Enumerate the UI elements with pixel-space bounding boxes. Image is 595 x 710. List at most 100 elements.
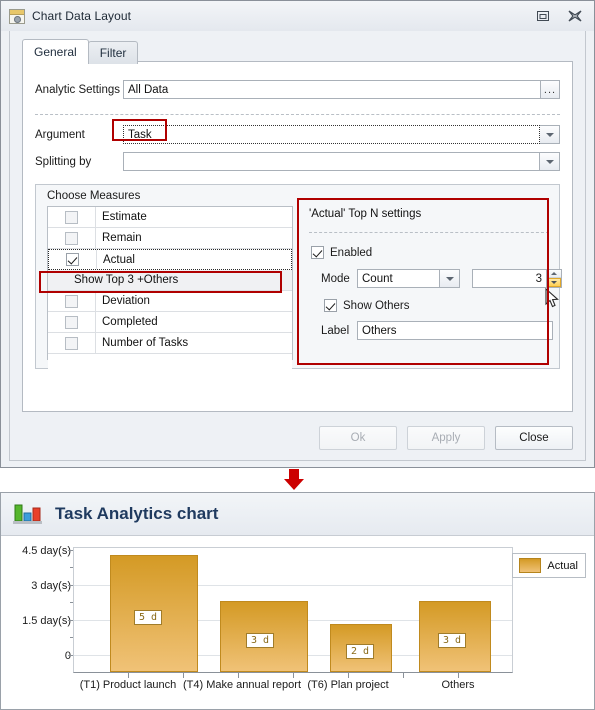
analytic-settings-row: Analytic Settings All Data ... (35, 80, 560, 99)
plot-canvas: 5 d 3 d 2 d 3 d (73, 547, 513, 673)
measure-checkbox-cell[interactable] (48, 228, 96, 248)
top-n-settings-title: 'Actual' Top N settings (309, 208, 422, 220)
mode-label: Mode (321, 272, 350, 285)
chart-data-layout-dialog: Chart Data Layout General Filter Analyti… (0, 0, 595, 468)
splitting-by-combo-input[interactable] (123, 152, 540, 171)
page-title: Task Analytics chart (55, 504, 219, 523)
x-tick-mark (293, 673, 294, 678)
bar-chart-icon (13, 502, 43, 526)
tab-filter[interactable]: Filter (87, 41, 139, 64)
top-n-count-input[interactable]: 3 (472, 269, 547, 288)
x-tick-mark (128, 673, 129, 678)
table-row[interactable]: Deviation (48, 291, 292, 312)
x-tick-mark (348, 673, 349, 678)
restore-window-icon[interactable] (534, 8, 552, 24)
mode-select-value[interactable]: Count (357, 269, 440, 288)
measure-label: Actual (103, 253, 135, 266)
x-axis-label-1: (T4) Make annual report (183, 679, 301, 691)
tab-general[interactable]: General (22, 39, 89, 64)
checkbox-checked-icon[interactable] (66, 253, 79, 266)
splitting-by-row: Splitting by (35, 152, 560, 171)
table-row[interactable]: Completed (48, 312, 292, 333)
bar-label-1: 3 d (246, 633, 275, 648)
x-tick-mark (458, 673, 459, 678)
table-row[interactable]: Estimate (48, 207, 292, 228)
measure-checkbox-cell[interactable] (48, 312, 96, 332)
y-tick-label-3: 4.5 day(s) (22, 545, 71, 557)
checkbox-unchecked-icon[interactable] (65, 336, 78, 350)
show-others-label: Show Others (343, 299, 410, 312)
tab-strip: General Filter (22, 39, 139, 64)
table-row-actual[interactable]: Actual (48, 249, 292, 270)
y-tick-label-1: 1.5 day(s) (22, 615, 71, 627)
measure-label: Estimate (102, 211, 147, 223)
chart-legend: Actual (512, 553, 586, 578)
checkbox-checked-icon[interactable] (311, 246, 324, 259)
others-label-input[interactable]: Others (357, 321, 553, 340)
analytic-settings-label: Analytic Settings (35, 83, 121, 96)
label-field-label: Label (321, 324, 350, 337)
bar-label-3: 3 d (438, 633, 467, 648)
measure-checkbox-cell[interactable] (49, 250, 97, 269)
top-n-count-spinner[interactable] (547, 269, 562, 288)
x-axis-label-0: (T1) Product launch (79, 679, 177, 691)
x-axis-label-2: (T6) Plan project (307, 679, 389, 691)
others-label-row: Label Others (321, 321, 553, 340)
measure-checkbox-cell[interactable] (48, 333, 96, 353)
argument-label: Argument (35, 128, 85, 141)
chevron-down-icon (445, 276, 454, 281)
mode-dropdown-arrow[interactable] (440, 269, 460, 288)
splitting-by-label: Splitting by (35, 155, 92, 168)
divider-1 (35, 114, 560, 115)
x-tick-mark (403, 673, 404, 678)
analytic-settings-input[interactable]: All Data (123, 80, 541, 99)
task-analytics-chart-panel: Task Analytics chart 0 1.5 day(s) 3 day(… (0, 492, 595, 710)
bar-label-0: 5 d (134, 610, 163, 625)
chevron-down-icon (545, 159, 554, 164)
measure-label: Remain (102, 232, 142, 244)
checkbox-unchecked-icon[interactable] (65, 315, 78, 329)
close-window-icon[interactable] (566, 8, 584, 24)
enabled-checkbox-row[interactable]: Enabled (311, 246, 372, 259)
argument-dropdown-arrow[interactable] (540, 125, 560, 144)
argument-row: Argument Task (35, 125, 560, 144)
show-others-checkbox-row[interactable]: Show Others (324, 299, 409, 312)
flow-arrow-area (0, 468, 595, 492)
chart-panel-header: Task Analytics chart (1, 493, 594, 536)
table-row[interactable]: Remain (48, 228, 292, 249)
measures-grid: Estimate Remain Actual Show Top 3 +Other… (47, 206, 293, 376)
table-row[interactable]: Number of Tasks (48, 333, 292, 354)
measure-label: Number of Tasks (102, 337, 189, 349)
y-tick-label-0: 0 (64, 650, 71, 662)
red-down-arrow-icon (281, 468, 307, 495)
close-button[interactable]: Close (495, 426, 573, 450)
checkbox-checked-icon[interactable] (324, 299, 337, 312)
show-top-n-subrow[interactable]: Show Top 3 +Others (48, 270, 292, 291)
ok-button[interactable]: Ok (319, 426, 397, 450)
legend-label-actual: Actual (547, 559, 578, 572)
triangle-up-icon (551, 272, 557, 275)
dialog-footer: Ok Apply Close (319, 426, 573, 450)
measure-checkbox-cell[interactable] (48, 291, 96, 311)
divider-2 (309, 232, 549, 233)
checkbox-unchecked-icon[interactable] (65, 294, 78, 308)
checkbox-unchecked-icon[interactable] (65, 231, 78, 245)
window-buttons (534, 8, 584, 24)
spinner-decrement-button[interactable] (547, 278, 561, 287)
x-axis-label-3: Others (441, 679, 475, 691)
enabled-label: Enabled (330, 246, 373, 259)
legend-swatch-actual (519, 558, 542, 573)
screen: Chart Data Layout General Filter Analyti… (0, 0, 595, 710)
chart-plot-area: 0 1.5 day(s) 3 day(s) 4.5 day(s) 5 d 3 d… (1, 535, 594, 709)
x-tick-mark (238, 673, 239, 678)
dialog-title: Chart Data Layout (32, 9, 132, 23)
y-tick-label-2: 3 day(s) (31, 580, 71, 592)
dialog-body: General Filter Analytic Settings All Dat… (9, 31, 586, 461)
spinner-increment-button[interactable] (547, 270, 561, 278)
analytic-settings-browse-button[interactable]: ... (541, 80, 560, 99)
splitting-by-dropdown-arrow[interactable] (540, 152, 560, 171)
checkbox-unchecked-icon[interactable] (65, 210, 78, 224)
argument-combo-input[interactable]: Task (123, 125, 540, 144)
apply-button[interactable]: Apply (407, 426, 485, 450)
measure-checkbox-cell[interactable] (48, 207, 96, 227)
